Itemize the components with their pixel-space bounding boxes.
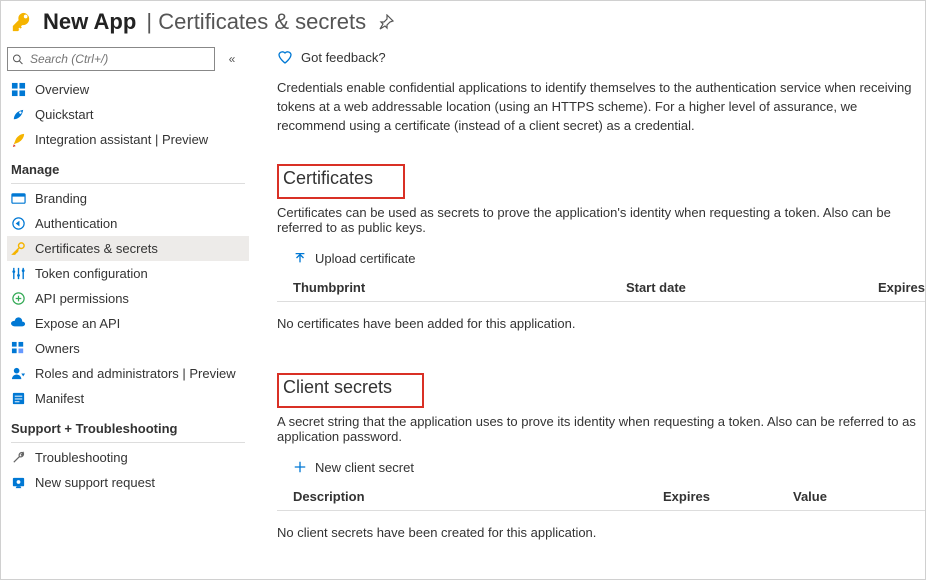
col-description: Description [293, 489, 663, 504]
sidebar-item-label: Troubleshooting [35, 450, 128, 465]
secrets-table-header: Description Expires Value [277, 483, 925, 511]
new-client-secret-button[interactable]: New client secret [293, 460, 925, 475]
sidebar-item-overview[interactable]: Overview [7, 77, 249, 102]
support-icon [11, 475, 26, 490]
client-secrets-description: A secret string that the application use… [277, 414, 925, 444]
sidebar-item-label: Integration assistant | Preview [35, 132, 208, 147]
feedback-link[interactable]: Got feedback? [277, 47, 925, 79]
search-box[interactable] [7, 47, 215, 71]
main-content: Got feedback? Credentials enable confide… [251, 39, 925, 577]
sidebar-item-api-permissions[interactable]: API permissions [7, 286, 249, 311]
sidebar-section-manage: Manage [7, 152, 251, 181]
secrets-empty-message: No client secrets have been created for … [277, 511, 925, 540]
sidebar-item-roles-admins[interactable]: Roles and administrators | Preview [7, 361, 249, 386]
page-title: | Certificates & secrets [140, 9, 366, 35]
col-value: Value [793, 489, 925, 504]
pin-icon[interactable] [378, 14, 394, 30]
sidebar-item-label: API permissions [35, 291, 129, 306]
sidebar-item-label: Certificates & secrets [35, 241, 158, 256]
divider [11, 183, 245, 184]
authentication-icon [11, 216, 26, 231]
sidebar-item-owners[interactable]: Owners [7, 336, 249, 361]
col-expires: Expires [663, 489, 793, 504]
col-start-date: Start date [626, 280, 878, 295]
client-secrets-heading-highlight: Client secrets [277, 373, 424, 408]
search-icon [12, 53, 24, 66]
sidebar-item-manifest[interactable]: Manifest [7, 386, 249, 411]
expose-api-icon [11, 316, 26, 331]
new-client-secret-label: New client secret [315, 460, 414, 475]
quickstart-icon [11, 107, 26, 122]
wrench-icon [11, 450, 26, 465]
owners-icon [11, 341, 26, 356]
roles-icon [11, 366, 26, 381]
sidebar-item-label: Branding [35, 191, 87, 206]
certificates-heading-highlight: Certificates [277, 164, 405, 199]
sidebar-item-branding[interactable]: Branding [7, 186, 249, 211]
sidebar-item-troubleshooting[interactable]: Troubleshooting [7, 445, 249, 470]
certificates-heading: Certificates [283, 166, 377, 191]
sidebar-item-authentication[interactable]: Authentication [7, 211, 249, 236]
col-thumbprint: Thumbprint [293, 280, 626, 295]
certificates-description: Certificates can be used as secrets to p… [277, 205, 925, 235]
col-expires: Expires [878, 280, 925, 295]
search-input[interactable] [28, 51, 210, 67]
collapse-sidebar-button[interactable]: « [221, 52, 243, 66]
sidebar-item-label: Roles and administrators | Preview [35, 366, 236, 381]
divider [11, 442, 245, 443]
plus-icon [293, 460, 307, 474]
rocket-icon [11, 132, 26, 147]
sidebar: « Overview Quickstart Integration assist… [1, 39, 251, 577]
branding-icon [11, 191, 26, 206]
upload-certificate-label: Upload certificate [315, 251, 415, 266]
intro-text: Credentials enable confidential applicat… [277, 79, 925, 136]
sidebar-item-expose-api[interactable]: Expose an API [7, 311, 249, 336]
certificates-table-header: Thumbprint Start date Expires [277, 274, 925, 302]
sidebar-section-support: Support + Troubleshooting [7, 411, 251, 440]
heart-icon [277, 49, 293, 65]
sidebar-item-label: New support request [35, 475, 155, 490]
upload-icon [293, 251, 307, 265]
client-secrets-heading: Client secrets [283, 375, 396, 400]
manifest-icon [11, 391, 26, 406]
certificates-empty-message: No certificates have been added for this… [277, 302, 925, 331]
api-permissions-icon [11, 291, 26, 306]
key-icon [11, 11, 33, 33]
app-name: New App [43, 9, 136, 35]
blade-header: New App | Certificates & secrets [1, 1, 925, 39]
sidebar-item-certificates-secrets[interactable]: Certificates & secrets [7, 236, 249, 261]
token-icon [11, 266, 26, 281]
sidebar-item-label: Overview [35, 82, 89, 97]
sidebar-item-integration-assistant[interactable]: Integration assistant | Preview [7, 127, 249, 152]
sidebar-item-label: Token configuration [35, 266, 148, 281]
upload-certificate-button[interactable]: Upload certificate [293, 251, 925, 266]
sidebar-item-new-support-request[interactable]: New support request [7, 470, 249, 495]
sidebar-item-label: Expose an API [35, 316, 120, 331]
sidebar-item-label: Manifest [35, 391, 84, 406]
key-icon [11, 241, 26, 256]
sidebar-item-label: Authentication [35, 216, 117, 231]
sidebar-item-label: Quickstart [35, 107, 94, 122]
sidebar-item-token-configuration[interactable]: Token configuration [7, 261, 249, 286]
sidebar-item-quickstart[interactable]: Quickstart [7, 102, 249, 127]
feedback-label: Got feedback? [301, 50, 386, 65]
sidebar-item-label: Owners [35, 341, 80, 356]
overview-icon [11, 82, 26, 97]
